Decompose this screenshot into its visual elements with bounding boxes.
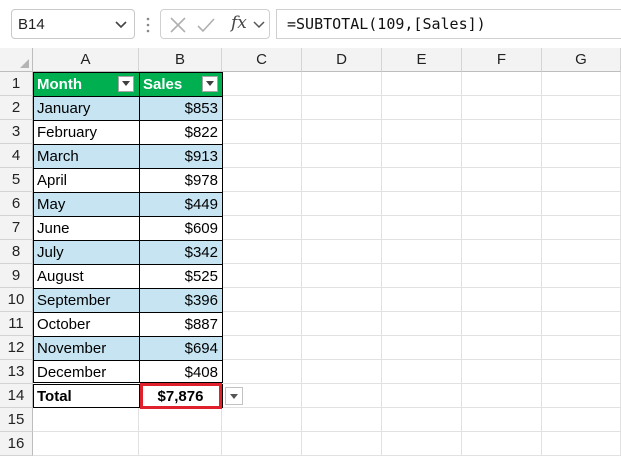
table-row-divider <box>33 360 223 361</box>
cell-sales[interactable]: $525 <box>139 264 222 288</box>
formula-text: =SUBTOTAL(109,[Sales]) <box>287 15 486 33</box>
chevron-down-icon[interactable] <box>114 17 128 31</box>
cell-sales[interactable]: $887 <box>139 312 222 336</box>
row-header-12[interactable]: 12 <box>0 336 33 360</box>
table-row-divider <box>33 144 223 145</box>
column-header-d[interactable]: D <box>302 48 382 72</box>
row-header-8[interactable]: 8 <box>0 240 33 264</box>
table-header-label: Sales <box>143 75 183 93</box>
column-header-g[interactable]: G <box>542 48 621 72</box>
column-header-b[interactable]: B <box>139 48 222 72</box>
cell-sales[interactable]: $978 <box>139 168 222 192</box>
row-header-10[interactable]: 10 <box>0 288 33 312</box>
name-box-value: B14 <box>18 15 45 33</box>
row-header-14[interactable]: 14 <box>0 384 33 408</box>
cell-sales[interactable]: $853 <box>139 96 222 120</box>
cell-sales[interactable]: $913 <box>139 144 222 168</box>
cell-month[interactable]: February <box>33 120 139 144</box>
row-header-13[interactable]: 13 <box>0 360 33 384</box>
column-header-c[interactable]: C <box>222 48 302 72</box>
filter-dropdown-button[interactable] <box>202 76 218 92</box>
cell-month[interactable]: November <box>33 336 139 360</box>
column-header-e[interactable]: E <box>382 48 462 72</box>
row-header-6[interactable]: 6 <box>0 192 33 216</box>
cell-month[interactable]: October <box>33 312 139 336</box>
row-header-11[interactable]: 11 <box>0 312 33 336</box>
cell-month[interactable]: December <box>33 360 139 384</box>
row-header-1[interactable]: 1 <box>0 72 33 96</box>
cell-sales[interactable]: $408 <box>139 360 222 384</box>
table-row-divider <box>33 312 223 313</box>
cell-month[interactable]: April <box>33 168 139 192</box>
column-header-f[interactable]: F <box>462 48 542 72</box>
chevron-down-icon <box>230 394 238 399</box>
row-header-15[interactable]: 15 <box>0 408 33 432</box>
table-row-divider <box>33 336 223 337</box>
total-label[interactable]: Total <box>33 384 139 408</box>
cell-month[interactable]: June <box>33 216 139 240</box>
gridline-vertical <box>461 72 462 456</box>
row-header-2[interactable]: 2 <box>0 96 33 120</box>
table-row-divider <box>33 288 223 289</box>
gridline-vertical <box>541 72 542 456</box>
table-row-divider <box>33 240 223 241</box>
cell-sales[interactable]: $822 <box>139 120 222 144</box>
more-options-icon[interactable] <box>145 16 151 34</box>
cell-sales[interactable]: $609 <box>139 216 222 240</box>
total-function-dropdown[interactable] <box>225 387 243 405</box>
cancel-icon[interactable] <box>169 16 187 34</box>
row-header-7[interactable]: 7 <box>0 216 33 240</box>
row-header-16[interactable]: 16 <box>0 432 33 456</box>
filter-dropdown-button[interactable] <box>118 76 134 92</box>
formula-input[interactable]: =SUBTOTAL(109,[Sales]) <box>276 9 621 39</box>
cell-month[interactable]: May <box>33 192 139 216</box>
table-row-divider <box>33 120 223 121</box>
insert-function-button[interactable]: fx <box>231 13 247 33</box>
cell-month[interactable]: January <box>33 96 139 120</box>
filter-dropdown-icon <box>206 81 214 86</box>
gridline-horizontal <box>33 431 621 432</box>
check-icon[interactable] <box>197 16 215 34</box>
table-row-divider <box>33 264 223 265</box>
gridline-horizontal <box>33 455 621 456</box>
row-header-4[interactable]: 4 <box>0 144 33 168</box>
total-value[interactable]: $7,876 <box>139 384 222 408</box>
formula-controls: fx <box>160 9 270 39</box>
row-header-3[interactable]: 3 <box>0 120 33 144</box>
row-header-5[interactable]: 5 <box>0 168 33 192</box>
table-row-divider <box>33 192 223 193</box>
table-row-divider <box>33 168 223 169</box>
cell-sales[interactable]: $342 <box>139 240 222 264</box>
cell-sales[interactable]: $449 <box>139 192 222 216</box>
cell-sales[interactable]: $396 <box>139 288 222 312</box>
table-row-divider <box>33 216 223 217</box>
cell-month[interactable]: July <box>33 240 139 264</box>
name-box[interactable]: B14 <box>11 9 135 39</box>
cell-month[interactable]: August <box>33 264 139 288</box>
table-row-divider <box>33 96 223 97</box>
table-header-label: Month <box>37 75 82 93</box>
gridline-vertical <box>381 72 382 456</box>
total-row-double-border <box>33 382 223 385</box>
row-header-9[interactable]: 9 <box>0 264 33 288</box>
formula-bar: B14 fx =SUBTOTAL(109,[Sales]) <box>0 0 621 50</box>
column-header-a[interactable]: A <box>33 48 139 72</box>
filter-dropdown-icon <box>122 81 130 86</box>
cell-month[interactable]: March <box>33 144 139 168</box>
chevron-down-icon[interactable] <box>253 18 265 30</box>
gridline-vertical <box>301 72 302 456</box>
cell-sales[interactable]: $694 <box>139 336 222 360</box>
cell-month[interactable]: September <box>33 288 139 312</box>
select-all-corner[interactable] <box>0 48 33 72</box>
